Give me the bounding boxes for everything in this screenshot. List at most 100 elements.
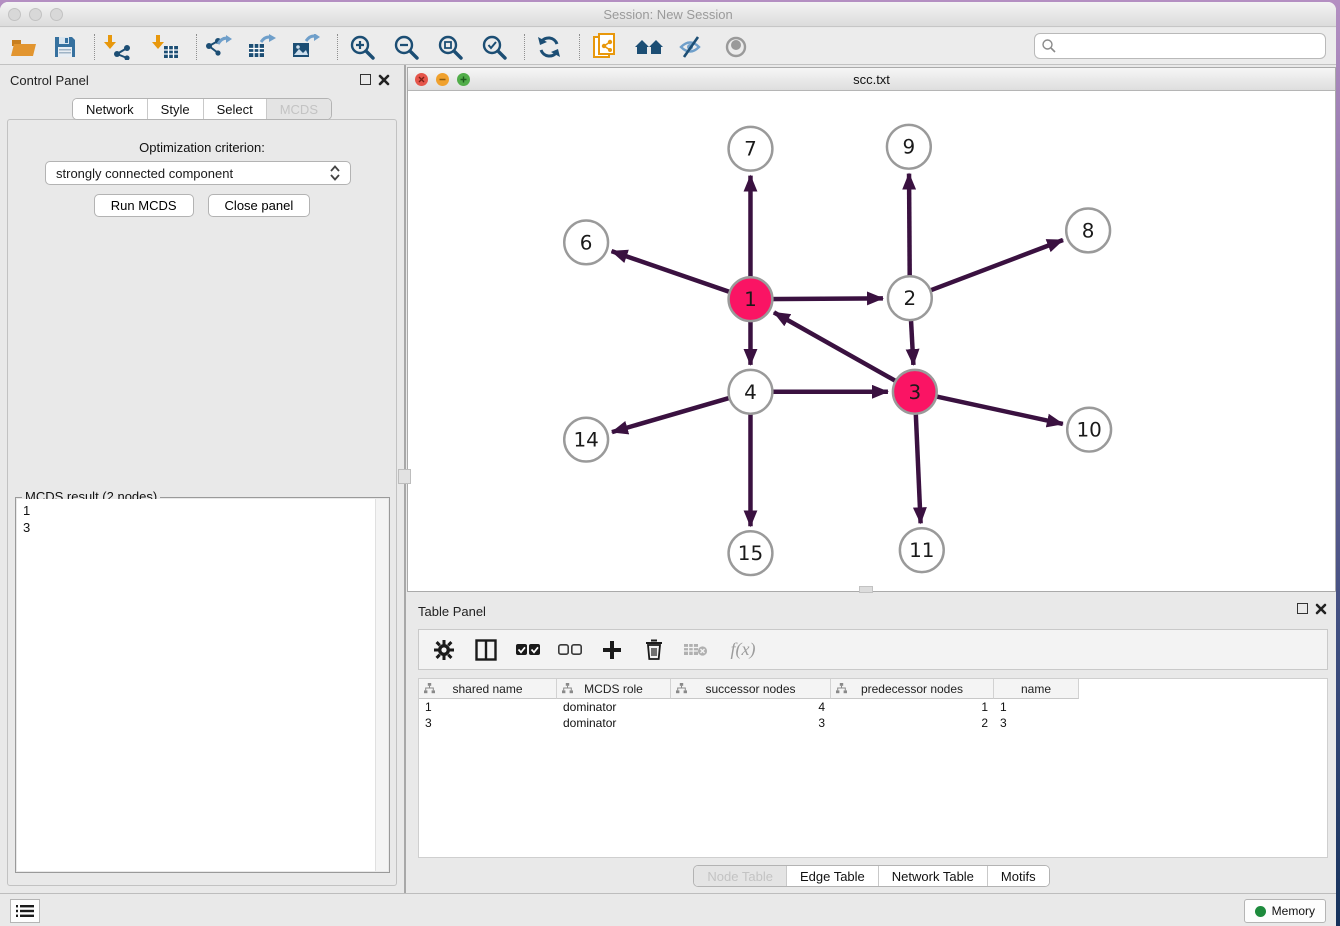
- graph-node-6[interactable]: 6: [564, 220, 608, 264]
- tab-style[interactable]: Style: [147, 99, 203, 119]
- table-row[interactable]: 1dominator411: [419, 699, 1327, 715]
- refresh-layout-icon[interactable]: [532, 32, 566, 62]
- cell-predecessor-nodes[interactable]: 1: [831, 700, 994, 714]
- svg-text:10: 10: [1076, 419, 1101, 442]
- cell-MCDS-role[interactable]: dominator: [557, 700, 671, 714]
- table-body: 1dominator4113dominator323: [419, 699, 1327, 731]
- cell-successor-nodes[interactable]: 3: [671, 716, 831, 730]
- table-panel-title: Table Panel: [418, 604, 486, 619]
- table-tab-network-table[interactable]: Network Table: [878, 866, 987, 886]
- graph-node-10[interactable]: 10: [1067, 408, 1111, 452]
- open-session-icon[interactable]: [6, 32, 40, 62]
- mcds-tab-content: Optimization criterion: strongly connect…: [7, 119, 397, 886]
- result-scrollbar[interactable]: [375, 499, 388, 871]
- control-panel-tabs: NetworkStyleSelectMCDS: [0, 98, 404, 120]
- svg-text:14: 14: [573, 429, 598, 452]
- show-visibility-icon[interactable]: [720, 32, 754, 62]
- graph-node-11[interactable]: 11: [900, 528, 944, 572]
- graph-node-3[interactable]: 3: [893, 370, 937, 414]
- graph-node-8[interactable]: 8: [1066, 209, 1110, 253]
- float-table-panel-icon[interactable]: [1297, 603, 1308, 614]
- graph-edge-2-8[interactable]: [910, 240, 1063, 298]
- copy-network-view-icon[interactable]: [588, 32, 622, 62]
- table-settings-icon[interactable]: [431, 637, 457, 663]
- table-tab-node-table[interactable]: Node Table: [694, 866, 786, 886]
- split-table-icon[interactable]: [473, 637, 499, 663]
- cell-successor-nodes[interactable]: 4: [671, 700, 831, 714]
- zoom-fit-icon[interactable]: [433, 32, 467, 62]
- vertical-splitter-handle[interactable]: [398, 469, 411, 484]
- cell-name[interactable]: 3: [994, 716, 1079, 730]
- cell-MCDS-role[interactable]: dominator: [557, 716, 671, 730]
- dropdown-stepper-icon: [330, 165, 340, 181]
- unselect-all-icon[interactable]: [557, 637, 583, 663]
- network-canvas[interactable]: 7 9 6 8 1 2 4 3 14 10 15 11: [408, 91, 1335, 591]
- network-window-titlebar[interactable]: scc.txt: [408, 68, 1335, 91]
- svg-text:9: 9: [903, 136, 916, 159]
- zoom-selected-icon[interactable]: [477, 32, 511, 62]
- svg-text:7: 7: [744, 138, 757, 161]
- table-row[interactable]: 3dominator323: [419, 715, 1327, 731]
- graph-node-14[interactable]: 14: [564, 418, 608, 462]
- graph-node-15[interactable]: 15: [729, 531, 773, 575]
- graph-node-1[interactable]: 1: [729, 277, 773, 321]
- search-input[interactable]: [1057, 39, 1319, 54]
- import-table-icon[interactable]: [149, 32, 183, 62]
- delete-column-icon[interactable]: [641, 637, 667, 663]
- criterion-dropdown[interactable]: strongly connected component: [45, 161, 351, 185]
- add-column-icon[interactable]: [599, 637, 625, 663]
- export-image-icon[interactable]: [289, 32, 323, 62]
- graph-edge-3-1[interactable]: [774, 312, 915, 391]
- home-layout-icon[interactable]: [632, 32, 666, 62]
- run-mcds-button[interactable]: Run MCDS: [94, 194, 194, 217]
- table-tab-edge-table[interactable]: Edge Table: [786, 866, 878, 886]
- close-table-panel-icon[interactable]: [1315, 603, 1327, 615]
- cell-shared-name[interactable]: 1: [419, 700, 557, 714]
- zoom-in-icon[interactable]: [345, 32, 379, 62]
- delete-table-icon[interactable]: [683, 637, 709, 663]
- status-bar: Memory: [0, 893, 1336, 926]
- horizontal-splitter-handle[interactable]: [859, 586, 873, 593]
- cell-predecessor-nodes[interactable]: 2: [831, 716, 994, 730]
- export-network-icon[interactable]: [201, 32, 235, 62]
- column-header-predecessor-nodes[interactable]: predecessor nodes: [831, 679, 994, 699]
- column-header-name[interactable]: name: [994, 679, 1079, 699]
- close-panel-icon[interactable]: [378, 74, 390, 86]
- network-view-title: scc.txt: [408, 72, 1335, 87]
- mcds-result-box: MCDS result (2 nodes) 1 3: [15, 497, 390, 873]
- table-header-row: shared nameMCDS rolesuccessor nodesprede…: [419, 679, 1327, 699]
- task-history-button[interactable]: [10, 899, 40, 923]
- optimization-criterion-label: Optimization criterion:: [8, 140, 396, 155]
- column-header-MCDS-role[interactable]: MCDS role: [557, 679, 671, 699]
- cell-name[interactable]: 1: [994, 700, 1079, 714]
- graph-node-4[interactable]: 4: [729, 370, 773, 414]
- close-panel-button[interactable]: Close panel: [208, 194, 311, 217]
- window-titlebar[interactable]: Session: New Session: [0, 2, 1336, 27]
- zoom-out-icon[interactable]: [389, 32, 423, 62]
- table-tab-motifs[interactable]: Motifs: [987, 866, 1049, 886]
- select-all-icon[interactable]: [515, 637, 541, 663]
- graph-node-2[interactable]: 2: [888, 276, 932, 320]
- function-builder-icon[interactable]: f(x): [725, 637, 761, 663]
- svg-text:8: 8: [1082, 219, 1095, 242]
- export-table-icon[interactable]: [245, 32, 279, 62]
- control-panel-titlebar: Control Panel: [0, 65, 404, 95]
- cell-shared-name[interactable]: 3: [419, 716, 557, 730]
- column-header-successor-nodes[interactable]: successor nodes: [671, 679, 831, 699]
- toolbar-separator: [524, 34, 525, 60]
- hide-visibility-icon[interactable]: [675, 32, 709, 62]
- tab-network[interactable]: Network: [73, 99, 147, 119]
- memory-button[interactable]: Memory: [1244, 899, 1326, 923]
- import-network-icon[interactable]: [101, 32, 135, 62]
- list-icon: [16, 904, 34, 918]
- toolbar-separator: [337, 34, 338, 60]
- float-panel-icon[interactable]: [360, 74, 371, 85]
- tab-select[interactable]: Select: [203, 99, 266, 119]
- graph-node-9[interactable]: 9: [887, 125, 931, 169]
- mcds-result-area[interactable]: 1 3: [17, 499, 388, 871]
- column-header-shared-name[interactable]: shared name: [419, 679, 557, 699]
- tab-mcds[interactable]: MCDS: [266, 99, 331, 119]
- save-session-icon[interactable]: [48, 32, 82, 62]
- table-toolbar: f(x): [418, 629, 1328, 670]
- graph-node-7[interactable]: 7: [729, 127, 773, 171]
